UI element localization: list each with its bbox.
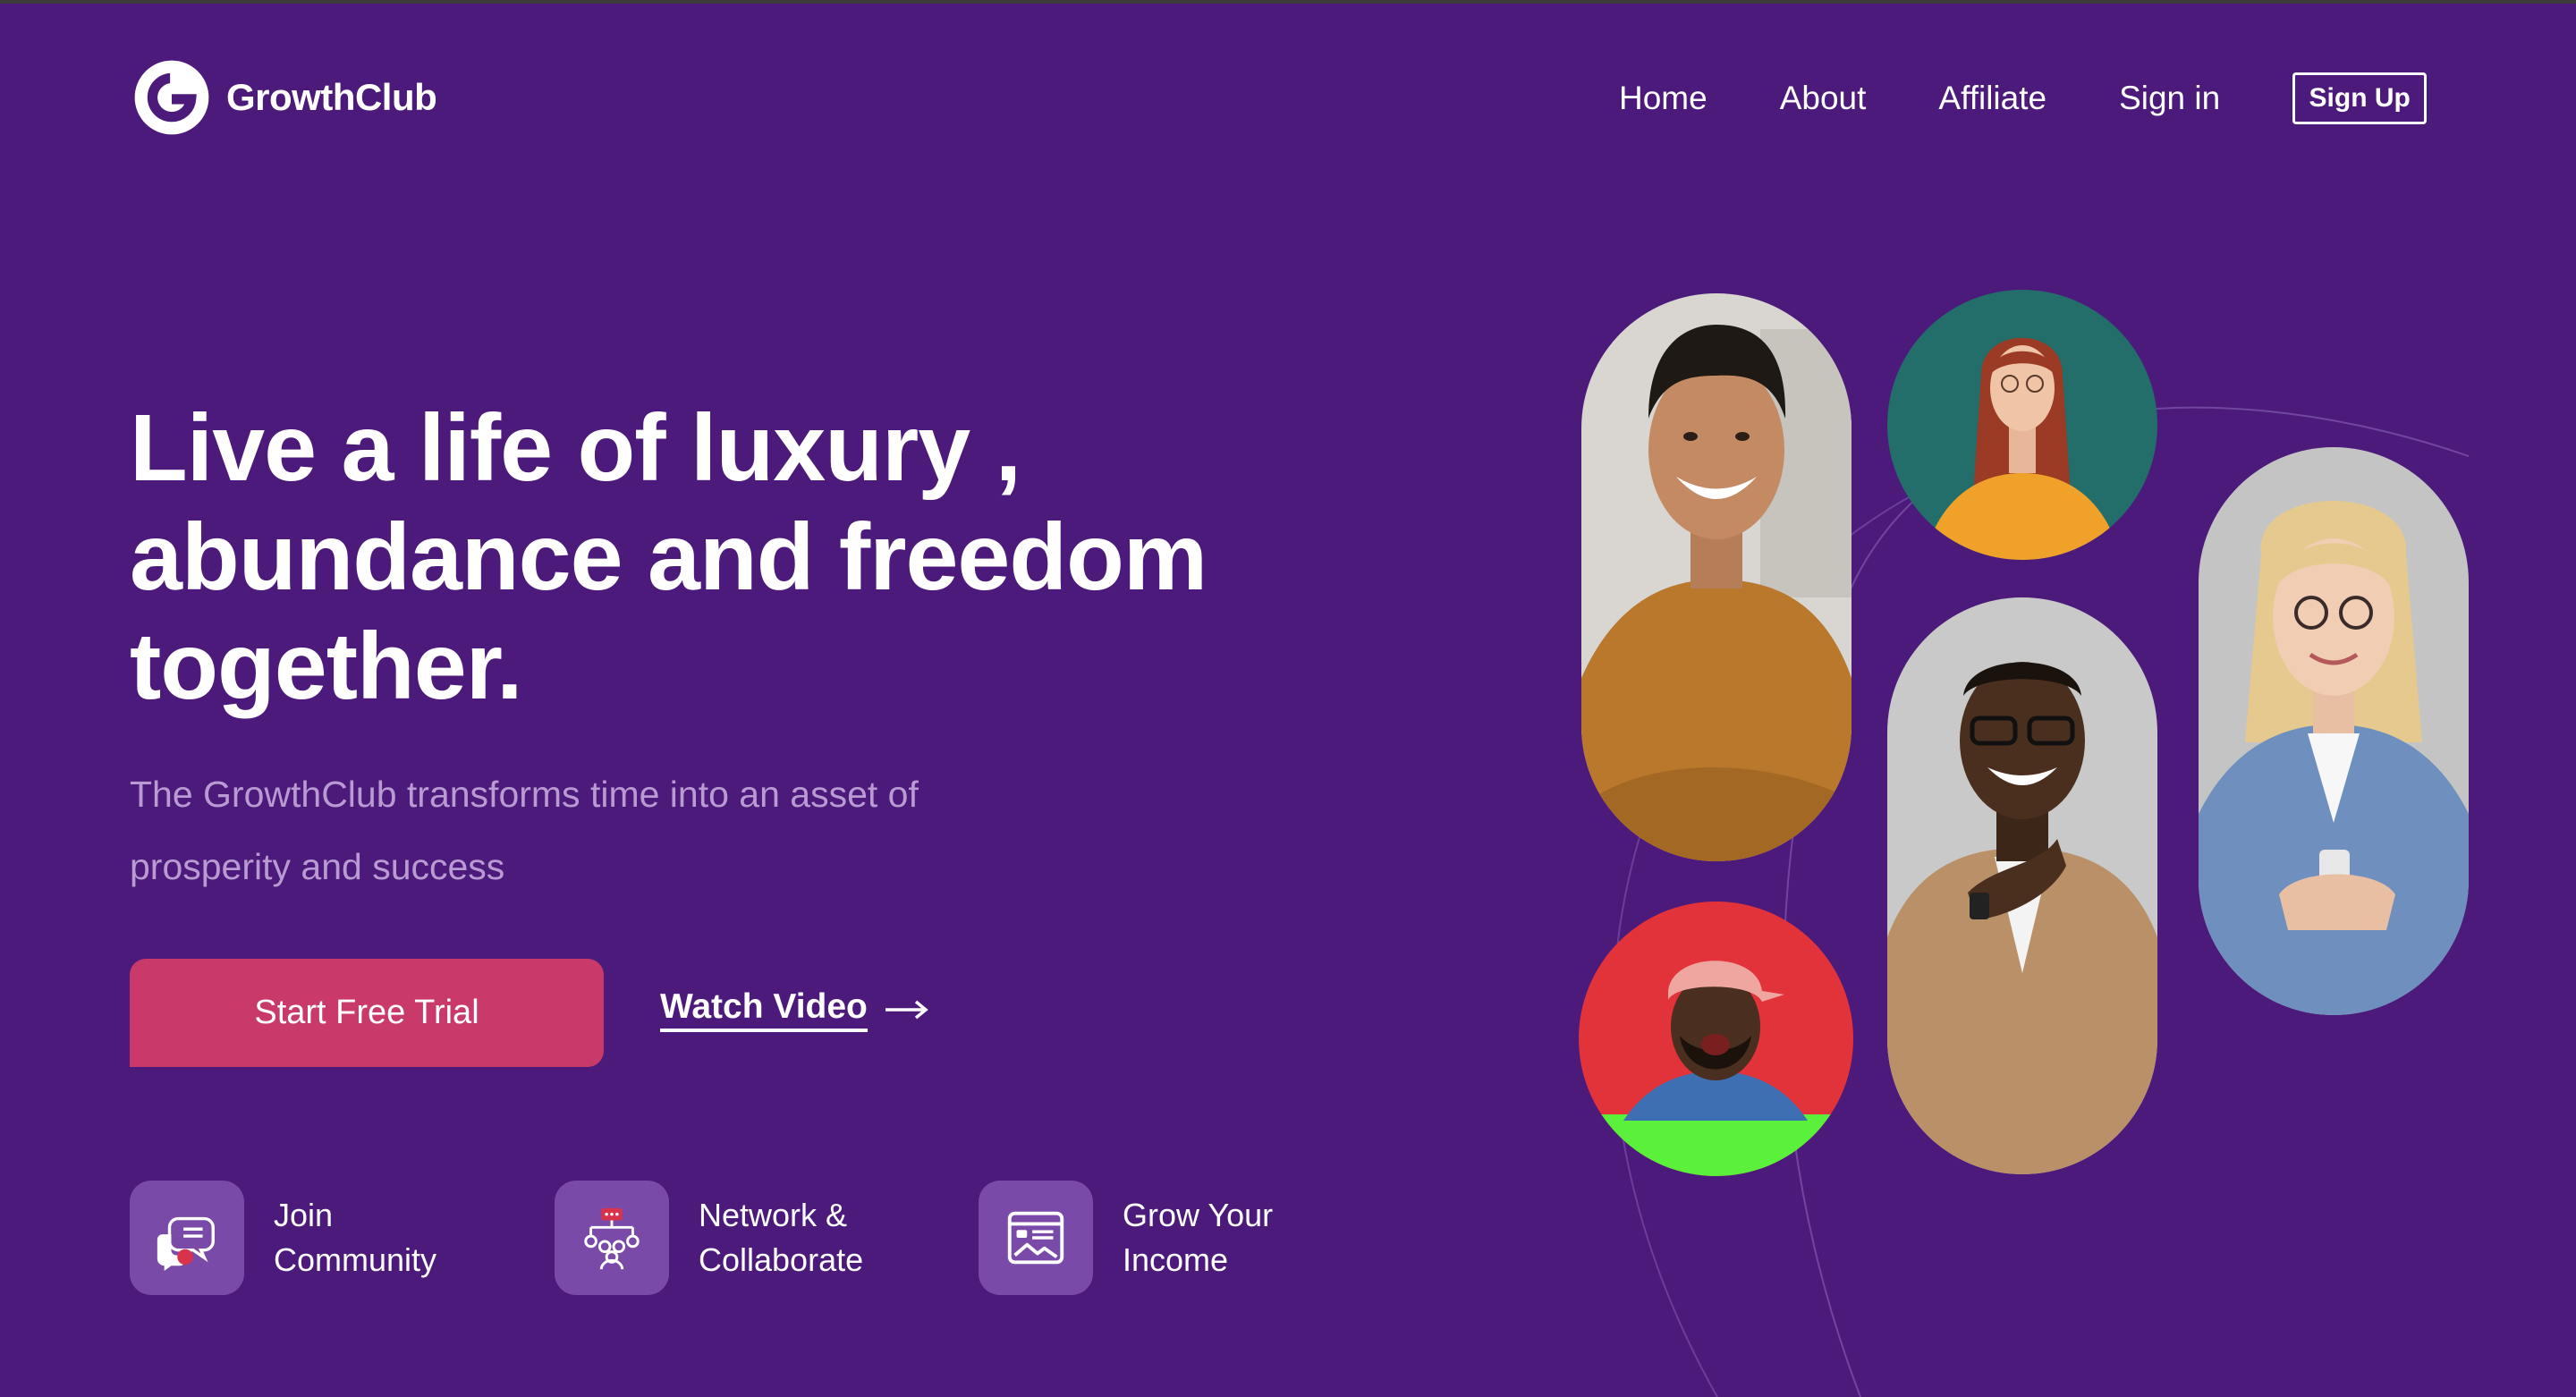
member-photo-man-polo (1581, 293, 1852, 861)
watch-video-label: Watch Video (660, 987, 868, 1032)
member-photo-man-cap (1579, 902, 1853, 1176)
hero-headline: Live a life of luxury , abundance and fr… (130, 394, 1292, 721)
feature-icon-tile (130, 1181, 244, 1295)
member-photo-woman-redhair (1887, 290, 2157, 560)
feature-label: Grow Your Income (1123, 1193, 1273, 1283)
nav-about-link[interactable]: About (1780, 72, 1867, 125)
chat-bubbles-icon (157, 1216, 215, 1272)
headline-line-1: Live a life of luxury , (130, 395, 1021, 501)
signup-button[interactable]: Sign Up (2292, 72, 2428, 124)
feature-icon-tile (979, 1181, 1093, 1295)
nav-affiliate-link[interactable]: Affiliate (1938, 72, 2046, 125)
brand-logo[interactable]: GrowthClub (130, 55, 437, 140)
watch-video-link[interactable]: Watch Video (660, 987, 930, 1032)
feature-grow-income[interactable]: Grow Your Income (979, 1181, 1273, 1295)
subtext-line-1: The GrowthClub transforms time into an a… (130, 774, 919, 815)
member-photo-collage (1556, 268, 2576, 1397)
window-top-border (0, 0, 2576, 4)
arrow-right-icon (885, 1000, 928, 1020)
feature-label-line-2: Income (1123, 1241, 1229, 1278)
nav-home-link[interactable]: Home (1619, 72, 1707, 125)
feature-join-community[interactable]: Join Community (130, 1181, 436, 1295)
start-free-trial-button[interactable]: Start Free Trial (130, 959, 604, 1067)
feature-label-line-1: Network & (699, 1197, 848, 1233)
browser-chart-icon (1007, 1211, 1064, 1265)
feature-label-line-2: Community (274, 1241, 437, 1278)
feature-icon-tile (555, 1181, 669, 1295)
feature-label-line-1: Grow Your (1123, 1197, 1274, 1233)
brand-name: GrowthClub (226, 76, 437, 118)
member-photo-woman-blonde (2199, 447, 2469, 1015)
headline-line-2: abundance and freedom (130, 504, 1208, 610)
member-photo-man-blazer (1887, 597, 2157, 1174)
subtext-line-2: prosperity and success (130, 846, 505, 887)
feature-label: Network & Collaborate (699, 1193, 863, 1283)
feature-label-line-1: Join (274, 1197, 334, 1233)
feature-network-collaborate[interactable]: Network & Collaborate (555, 1181, 863, 1295)
feature-label: Join Community (274, 1193, 436, 1283)
headline-line-3: together. (130, 614, 523, 719)
people-network-icon (584, 1207, 640, 1270)
feature-label-line-2: Collaborate (699, 1241, 864, 1278)
growthclub-g-logo-icon (134, 60, 209, 135)
hero-subtext: The GrowthClub transforms time into an a… (130, 758, 1114, 903)
nav-signin-link[interactable]: Sign in (2119, 72, 2220, 125)
main-nav: Home About Affiliate Sign in Sign Up (1619, 72, 2428, 125)
